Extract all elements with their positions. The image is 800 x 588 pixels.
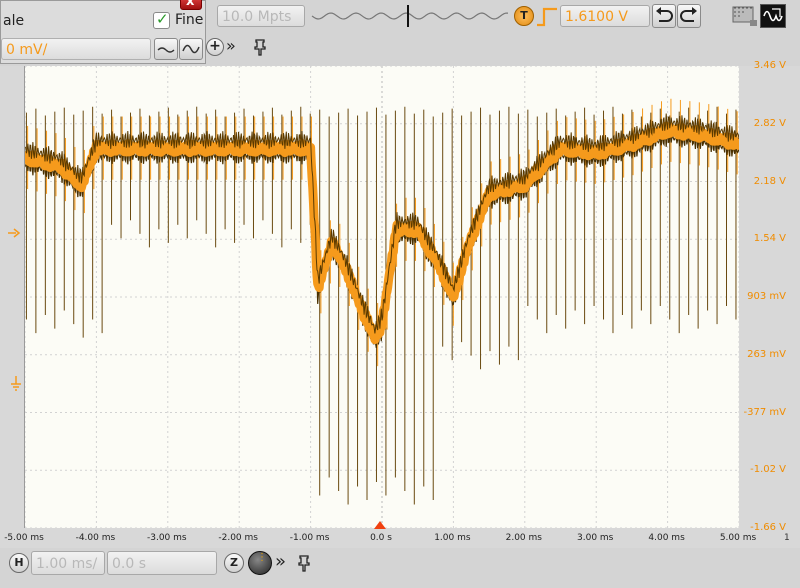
- checkmark-icon: ✓: [156, 10, 169, 28]
- horizontal-badge-label: H: [14, 556, 24, 569]
- time-offset-value: 0.0 s: [112, 556, 147, 572]
- x-tick-label: 3.00 ms: [577, 533, 614, 543]
- more-chevron-bottom-icon[interactable]: »: [275, 551, 286, 572]
- corner-label: 1: [784, 533, 790, 543]
- x-tick-label: -4.00 ms: [75, 533, 116, 543]
- y-tick-label: -377 mV: [743, 406, 786, 418]
- fine-label: Fine: [175, 12, 204, 28]
- x-tick-label: 1.00 ms: [434, 533, 471, 543]
- memory-depth-field[interactable]: 10.0 Mpts: [217, 5, 305, 27]
- trigger-level-marker[interactable]: [6, 226, 24, 240]
- waveform-canvas: [25, 66, 739, 528]
- more-chevron-icon[interactable]: »: [226, 36, 236, 55]
- y-tick-label: 903 mV: [747, 291, 786, 302]
- undo-icon: [656, 7, 673, 22]
- waveform-display[interactable]: [24, 66, 739, 528]
- close-icon: x: [186, 0, 195, 9]
- pin-icon[interactable]: [252, 38, 268, 56]
- x-tick-label: 0.0 s: [370, 533, 392, 543]
- voltage-scale-field[interactable]: 0 mV/: [1, 38, 151, 60]
- memory-depth-value: 10.0 Mpts: [222, 9, 292, 25]
- time-scale-value: 1.00 ms/: [36, 556, 98, 572]
- voltage-scale-value: 0 mV/: [6, 42, 48, 58]
- top-toolbar: ale ✓ Fine 0 mV/ x + » 10.0 Mpts T 1.610…: [0, 0, 800, 66]
- zoom-badge-label: Z: [230, 556, 238, 569]
- x-tick-label: 2.00 ms: [505, 533, 542, 543]
- x-tick-label: 5.00 ms: [719, 533, 757, 543]
- zoom-badge[interactable]: Z: [224, 553, 244, 573]
- redo-button[interactable]: [677, 4, 701, 28]
- auto-scale-button[interactable]: [760, 4, 786, 28]
- coupling-ac-button[interactable]: [154, 38, 178, 60]
- redo-icon: [680, 7, 697, 22]
- y-tick-label: 2.82 V: [753, 117, 786, 129]
- screen-capture-icon[interactable]: [730, 4, 758, 28]
- fine-checkbox[interactable]: ✓: [153, 10, 170, 29]
- y-tick-label: -1.66 V: [750, 522, 786, 533]
- sine-small-icon: [157, 47, 175, 53]
- trigger-level-value: 1.6100 V: [565, 9, 629, 25]
- horizontal-badge[interactable]: H: [9, 553, 29, 573]
- y-tick-label: 1.54 V: [753, 233, 786, 245]
- sine-wave-icon: [182, 44, 200, 54]
- zoom-knob[interactable]: ⋮: [248, 551, 272, 575]
- time-reference-marker[interactable]: [374, 521, 386, 529]
- vertical-scale-panel: ale ✓ Fine 0 mV/: [0, 0, 206, 64]
- trigger-badge-label: T: [520, 9, 528, 22]
- knob-dots-icon: ⋮: [257, 552, 267, 563]
- coupling-dc-button[interactable]: [179, 38, 203, 60]
- y-axis-labels: 3.46 V 2.82 V 2.18 V 1.54 V 903 mV 263 mV -377…: [738, 60, 792, 533]
- auto-scale-icon: [763, 8, 783, 22]
- channel-ground-marker[interactable]: [8, 375, 24, 395]
- bottom-toolbar: H 1.00 ms/ 0.0 s Z ⋮ »: [0, 548, 800, 588]
- x-tick-label: 4.00 ms: [648, 533, 685, 543]
- y-tick-label: 2.18 V: [753, 175, 786, 187]
- rising-edge-icon[interactable]: [536, 5, 558, 29]
- close-button[interactable]: x: [180, 0, 202, 10]
- x-tick-label: -1.00 ms: [289, 533, 330, 543]
- pin-bottom-icon[interactable]: [296, 553, 312, 573]
- x-tick-label: -3.00 ms: [146, 533, 187, 543]
- x-tick-label: -2.00 ms: [218, 533, 258, 543]
- y-tick-label: -1.02 V: [750, 464, 786, 476]
- add-button[interactable]: +: [206, 38, 224, 56]
- trigger-level-field[interactable]: 1.6100 V: [560, 5, 650, 27]
- time-scale-field[interactable]: 1.00 ms/: [31, 551, 105, 575]
- undo-button[interactable]: [652, 4, 676, 28]
- waveform-overview[interactable]: [310, 4, 510, 28]
- y-tick-label: 3.46 V: [753, 60, 786, 71]
- trigger-badge[interactable]: T: [514, 6, 534, 26]
- scale-label: ale: [3, 13, 25, 29]
- x-tick-label: -5.00 ms: [4, 533, 44, 543]
- time-offset-field[interactable]: 0.0 s: [107, 551, 217, 575]
- y-tick-label: 263 mV: [747, 348, 786, 360]
